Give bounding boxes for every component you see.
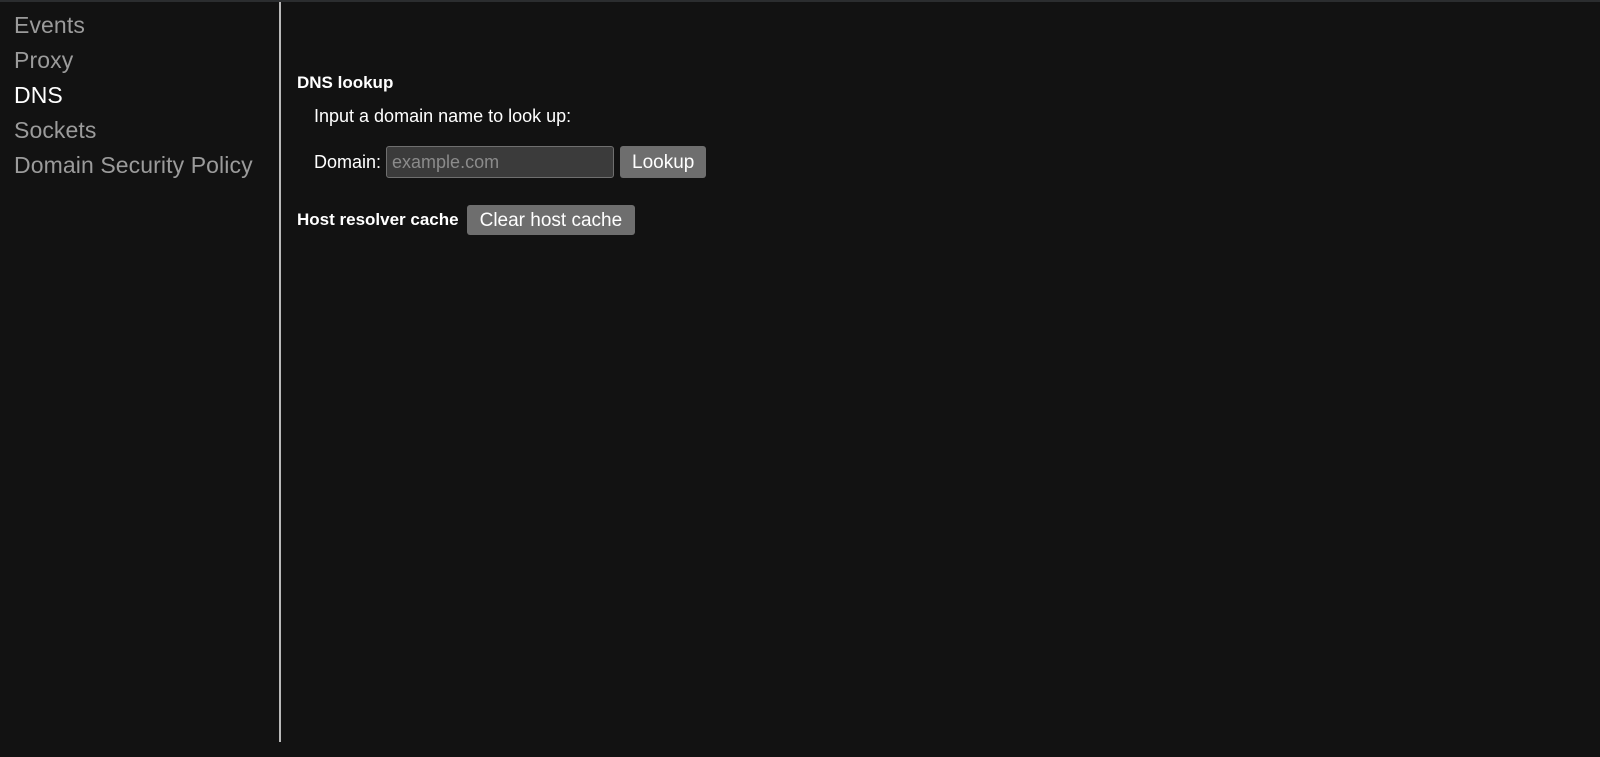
domain-lookup-row: Domain: Lookup xyxy=(314,146,707,178)
sidebar-item-proxy[interactable]: Proxy xyxy=(0,43,281,78)
clear-host-cache-button[interactable]: Clear host cache xyxy=(466,205,636,235)
sidebar-item-events[interactable]: Events xyxy=(0,8,281,43)
sidebar-item-sockets[interactable]: Sockets xyxy=(0,113,281,148)
domain-label: Domain: xyxy=(314,151,382,172)
dns-panel: DNS lookup Input a domain name to look u… xyxy=(281,2,1600,757)
sidebar-navigation: Events Proxy DNS Sockets Domain Security… xyxy=(0,2,281,757)
sidebar-item-domain-security-policy[interactable]: Domain Security Policy xyxy=(0,148,281,183)
sidebar-item-dns[interactable]: DNS xyxy=(0,78,281,113)
dns-lookup-instruction: Input a domain name to look up: xyxy=(314,106,572,126)
domain-input[interactable] xyxy=(386,146,615,178)
host-resolver-cache-heading: Host resolver cache xyxy=(297,210,459,229)
net-internals-page: Events Proxy DNS Sockets Domain Security… xyxy=(0,0,1600,757)
host-resolver-cache-row: Host resolver cache Clear host cache xyxy=(297,205,636,235)
dns-lookup-heading: DNS lookup xyxy=(297,73,394,93)
lookup-button[interactable]: Lookup xyxy=(620,146,707,178)
